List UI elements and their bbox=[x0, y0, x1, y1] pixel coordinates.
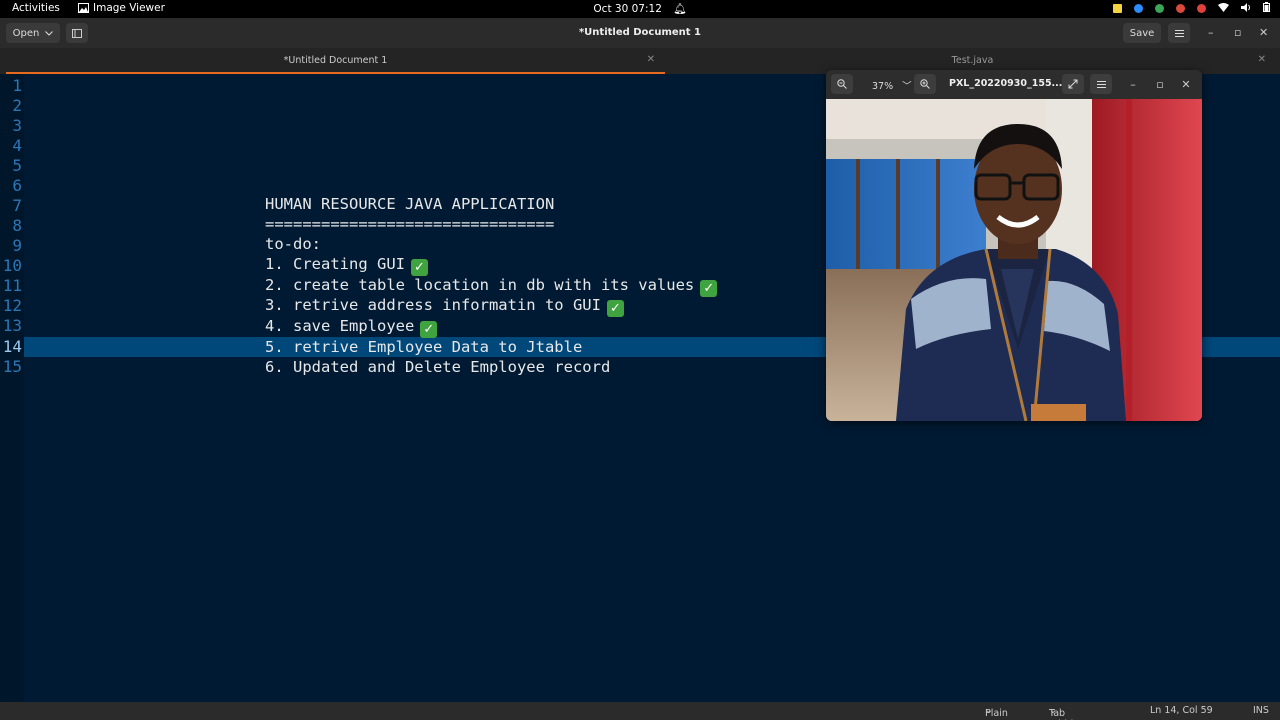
restore-icon[interactable]: ▫ bbox=[1234, 26, 1241, 39]
line-number: 1 bbox=[12, 76, 22, 95]
line-number: 2 bbox=[12, 96, 22, 115]
code-line-13: 4. save Employee ✓ bbox=[265, 317, 438, 338]
status-bar: Plain Text ⌄ Tab Width: 8 ⌄ Ln 14, Col 5… bbox=[0, 702, 1280, 720]
line-number: 4 bbox=[12, 136, 22, 155]
cursor-position[interactable]: Ln 14, Col 59 bbox=[1150, 705, 1213, 716]
chevron-down-icon: ﹀ bbox=[902, 81, 912, 92]
fullscreen-button[interactable] bbox=[1062, 74, 1084, 94]
volume-icon[interactable] bbox=[1241, 2, 1251, 15]
top-bar: Activities Image Viewer Oct 30 07:12 🔔︎ bbox=[0, 0, 1280, 18]
zoom-out-icon bbox=[837, 79, 847, 89]
wifi-icon[interactable] bbox=[1218, 2, 1229, 15]
window-title: *Untitled Document 1 bbox=[578, 27, 702, 38]
insert-mode: INS bbox=[1253, 705, 1269, 716]
tab-width-label: Tab Width: 8 bbox=[1049, 708, 1080, 720]
line-number-current: 14 bbox=[2, 337, 22, 356]
tab-close-icon[interactable]: ✕ bbox=[647, 54, 655, 65]
zoom-level[interactable]: 37% ﹀ bbox=[872, 78, 912, 92]
line-text: 3. retrive address informatin to GUI bbox=[265, 296, 601, 314]
viewer-minimize-icon[interactable]: – bbox=[1122, 74, 1144, 94]
line-number: 10 bbox=[2, 256, 22, 275]
line-number: 8 bbox=[12, 216, 22, 235]
tab-label: Test.java bbox=[951, 55, 994, 66]
bell-icon[interactable]: 🔔︎ bbox=[673, 3, 686, 15]
code-line-14: 5. retrive Employee Data to Jtable bbox=[265, 338, 583, 356]
line-text: 1. Creating GUI bbox=[265, 255, 405, 273]
line-number: 5 bbox=[12, 156, 22, 175]
app-menu[interactable]: Image Viewer bbox=[78, 2, 165, 14]
line-number: 11 bbox=[2, 276, 22, 295]
line-number: 6 bbox=[12, 176, 22, 195]
line-text: 4. save Employee bbox=[265, 317, 415, 335]
header-bar: Open *Untitled Document 1 Save – ▫ ✕ bbox=[0, 18, 1280, 48]
language-selector[interactable]: Plain Text ⌄ bbox=[985, 705, 1008, 720]
save-button[interactable]: Save bbox=[1123, 23, 1161, 43]
viewer-header-bar: 37% ﹀ PXL_20220930_155... – ▫ ✕ bbox=[826, 70, 1202, 99]
activities-button[interactable]: Activities bbox=[12, 2, 60, 14]
notes-icon[interactable] bbox=[1113, 4, 1122, 13]
tab-label: *Untitled Document 1 bbox=[283, 55, 388, 66]
new-tab-icon bbox=[72, 28, 82, 38]
tab-untitled-document[interactable]: *Untitled Document 1 ✕ bbox=[6, 48, 665, 74]
battery-icon[interactable] bbox=[1263, 2, 1270, 15]
new-tab-button[interactable] bbox=[66, 23, 88, 43]
line-number: 7 bbox=[12, 196, 22, 215]
close-icon[interactable]: ✕ bbox=[1259, 26, 1268, 39]
zoom-value: 37% bbox=[872, 81, 894, 92]
line-number: 9 bbox=[12, 236, 22, 255]
check-mark-icon: ✓ bbox=[420, 321, 438, 338]
code-line-9: to-do: bbox=[265, 235, 321, 253]
line-text: 2. create table location in db with its … bbox=[265, 276, 695, 294]
code-line-15: 6. Updated and Delete Employee record bbox=[265, 358, 611, 376]
chevron-down-icon bbox=[45, 30, 54, 36]
check-mark-icon: ✓ bbox=[410, 259, 428, 276]
app-name: Image Viewer bbox=[93, 2, 165, 14]
open-button[interactable]: Open bbox=[6, 23, 60, 43]
line-number: 13 bbox=[2, 316, 22, 335]
zoom-in-button[interactable] bbox=[914, 74, 936, 94]
check-mark-icon: ✓ bbox=[700, 280, 718, 297]
zoom-out-button[interactable] bbox=[831, 74, 853, 94]
hamburger-icon bbox=[1096, 80, 1106, 88]
code-line-12: 3. retrive address informatin to GUI ✓ bbox=[265, 296, 624, 317]
viewer-close-icon[interactable]: ✕ bbox=[1175, 74, 1197, 94]
system-tray[interactable] bbox=[1113, 2, 1270, 15]
chrome-icon[interactable] bbox=[1155, 4, 1164, 13]
tab-width-selector[interactable]: Tab Width: 8 ⌄ bbox=[1049, 705, 1080, 720]
language-label: Plain Text bbox=[985, 708, 1008, 720]
zoom-icon[interactable] bbox=[1134, 4, 1143, 13]
hamburger-menu-button[interactable] bbox=[1168, 23, 1190, 43]
code-line-8: =============================== bbox=[265, 215, 555, 233]
block-icon[interactable] bbox=[1197, 4, 1206, 13]
portrait-photo bbox=[826, 99, 1202, 421]
fullscreen-icon bbox=[1068, 79, 1078, 89]
browser-icon[interactable] bbox=[1176, 4, 1185, 13]
tab-close-icon[interactable]: ✕ bbox=[1258, 54, 1266, 65]
hamburger-icon bbox=[1174, 29, 1184, 37]
image-viewer-window[interactable]: 37% ﹀ PXL_20220930_155... – ▫ ✕ bbox=[826, 70, 1202, 421]
image-viewer-icon bbox=[78, 3, 89, 13]
line-number: 15 bbox=[2, 357, 22, 376]
image-filename: PXL_20220930_155... bbox=[949, 78, 1063, 89]
minimize-icon[interactable]: – bbox=[1208, 26, 1214, 39]
check-mark-icon: ✓ bbox=[606, 300, 624, 317]
viewer-maximize-icon[interactable]: ▫ bbox=[1149, 74, 1171, 94]
zoom-in-icon bbox=[920, 79, 930, 89]
line-number: 12 bbox=[2, 296, 22, 315]
code-line-10: 1. Creating GUI ✓ bbox=[265, 255, 428, 276]
open-label: Open bbox=[12, 27, 40, 39]
code-line-11: 2. create table location in db with its … bbox=[265, 276, 718, 297]
code-line-7: HUMAN RESOURCE JAVA APPLICATION bbox=[265, 195, 555, 213]
line-number: 3 bbox=[12, 116, 22, 135]
clock[interactable]: Oct 30 07:12 bbox=[593, 3, 661, 15]
viewer-menu-button[interactable] bbox=[1090, 74, 1112, 94]
